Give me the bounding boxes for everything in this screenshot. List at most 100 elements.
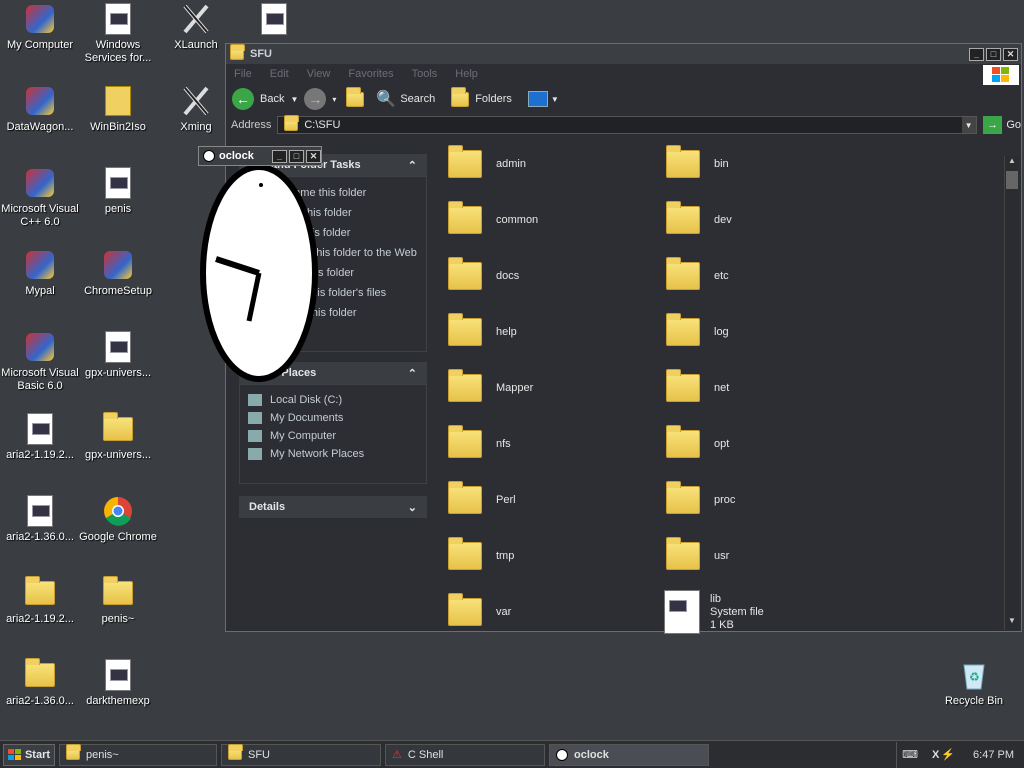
desktop-icon[interactable]: aria2-1.19.2... <box>0 576 80 626</box>
folder-item[interactable]: proc <box>662 472 880 528</box>
desktop-icon[interactable]: Microsoft Visual C++ 6.0 <box>0 166 80 229</box>
menu-edit[interactable]: Edit <box>270 68 289 80</box>
folder-icon <box>666 369 700 402</box>
folder-icon <box>230 43 245 60</box>
desktop-icon[interactable]: Mypal <box>0 248 80 298</box>
folders-button[interactable]: Folders <box>475 93 512 105</box>
views-dropdown-icon[interactable]: ▼ <box>551 95 559 104</box>
back-arrow-icon[interactable]: ← <box>232 88 254 110</box>
task-oclock[interactable]: oclock <box>549 743 709 766</box>
go-button[interactable]: Go <box>1006 119 1021 131</box>
up-folder-icon[interactable] <box>346 86 365 107</box>
folder-item[interactable]: log <box>662 304 880 360</box>
network-tray-icon[interactable]: ⚡ <box>941 748 955 761</box>
views-icon[interactable] <box>527 91 548 107</box>
folder-item[interactable]: opt <box>662 416 880 472</box>
desktop-icon[interactable]: darkthemexp <box>78 658 158 708</box>
maximize-button[interactable]: □ <box>986 47 1001 61</box>
desktop-icon[interactable]: My Computer <box>0 2 80 52</box>
folder-item[interactable]: usr <box>662 528 880 584</box>
forward-dropdown-icon[interactable]: ▾ <box>332 95 336 104</box>
desktop-icon[interactable]: penis~ <box>78 576 158 626</box>
folder-label: help <box>496 326 517 338</box>
desktop-icon[interactable] <box>234 2 314 39</box>
desktop-icon[interactable]: penis <box>78 166 158 216</box>
folder-label: log <box>714 326 729 338</box>
close-button[interactable]: ✕ <box>306 149 321 163</box>
file-item-lib[interactable]: lib System file 1 KB <box>662 584 880 640</box>
folder-item[interactable]: Perl <box>444 472 662 528</box>
desktop-icon[interactable]: Xming <box>156 84 236 134</box>
explorer-window[interactable]: SFU _ □ ✕ File Edit View Favorites Tools… <box>225 43 1022 634</box>
folder-item[interactable]: var <box>444 584 662 640</box>
folder-item[interactable]: nfs <box>444 416 662 472</box>
search-icon[interactable]: 🔍 <box>376 89 396 109</box>
back-button[interactable]: Back <box>260 93 284 105</box>
folder-item[interactable]: tmp <box>444 528 662 584</box>
oclock-window[interactable]: oclock _ □ ✕ <box>198 146 322 388</box>
desktop-icon[interactable]: ChromeSetup <box>78 248 158 298</box>
task-penis[interactable]: penis~ <box>59 743 217 766</box>
folder-item[interactable]: etc <box>662 248 880 304</box>
vertical-scrollbar[interactable]: ▲ ▼ <box>1004 156 1019 630</box>
desktop-icon[interactable]: DataWagon... <box>0 84 80 134</box>
address-dropdown-icon[interactable]: ▼ <box>961 117 976 133</box>
collapse-icon[interactable]: ⌃ <box>408 367 417 380</box>
task-cshell[interactable]: ⚠ C Shell <box>385 743 545 766</box>
place-link[interactable]: Local Disk (C:) <box>248 391 418 409</box>
place-link[interactable]: My Computer <box>248 427 418 445</box>
menu-help[interactable]: Help <box>455 68 478 80</box>
desktop-icon[interactable]: WinBin2Iso <box>78 84 158 134</box>
details-panel-header[interactable]: Details ⌄ <box>239 496 427 518</box>
scroll-thumb[interactable] <box>1006 171 1018 189</box>
folder-item[interactable]: docs <box>444 248 662 304</box>
desktop-icon[interactable]: Google Chrome <box>78 494 158 544</box>
desktop-icon[interactable]: aria2-1.36.0... <box>0 494 80 544</box>
doc-icon <box>257 2 291 36</box>
desktop-icon[interactable]: XLaunch <box>156 2 236 52</box>
oclock-title: oclock <box>219 150 254 162</box>
image-icon <box>101 658 135 692</box>
start-button[interactable]: Start <box>3 743 55 766</box>
minimize-button[interactable]: _ <box>969 47 984 61</box>
menu-tools[interactable]: Tools <box>412 68 438 80</box>
folder-item[interactable]: common <box>444 192 662 248</box>
collapse-icon[interactable]: ⌃ <box>408 159 417 172</box>
forward-arrow-icon[interactable]: → <box>304 88 327 110</box>
desktop-icon[interactable]: aria2-1.19.2... <box>0 412 80 462</box>
folder-item[interactable]: help <box>444 304 662 360</box>
place-link[interactable]: My Network Places <box>248 445 418 463</box>
back-dropdown-icon[interactable]: ▼ <box>290 95 298 104</box>
desktop-icon[interactable]: Microsoft Visual Basic 6.0 <box>0 330 80 393</box>
desktop-icon[interactable]: aria2-1.36.0... <box>0 658 80 708</box>
desktop-icon[interactable]: ♻ Recycle Bin <box>934 658 1014 708</box>
folder-item[interactable]: dev <box>662 192 880 248</box>
menu-favorites[interactable]: Favorites <box>348 68 393 80</box>
desktop-icon[interactable]: Windows Services for... <box>78 2 158 65</box>
menu-file[interactable]: File <box>234 68 252 80</box>
xming-tray-icon[interactable]: X <box>932 749 939 761</box>
folder-item[interactable]: Mapper <box>444 360 662 416</box>
task-sfu[interactable]: SFU <box>221 743 381 766</box>
go-arrow-icon[interactable]: → <box>982 116 1003 134</box>
folder-item[interactable]: admin <box>444 136 662 192</box>
address-field[interactable]: C:\SFU ▼ <box>277 114 977 134</box>
menu-view[interactable]: View <box>307 68 331 80</box>
minimize-button[interactable]: _ <box>272 149 287 163</box>
keyboard-icon[interactable]: ⌨ <box>902 748 918 761</box>
scroll-up-icon[interactable]: ▲ <box>1005 156 1019 170</box>
desktop-icon[interactable]: gpx-univers... <box>78 412 158 462</box>
folder-item[interactable]: bin <box>662 136 880 192</box>
folder-item[interactable]: net <box>662 360 880 416</box>
maximize-button[interactable]: □ <box>289 149 304 163</box>
scroll-down-icon[interactable]: ▼ <box>1005 616 1019 630</box>
oclock-titlebar[interactable]: oclock _ □ ✕ <box>198 146 322 166</box>
folder-label: common <box>496 214 539 226</box>
search-button[interactable]: Search <box>400 93 435 105</box>
place-link[interactable]: My Documents <box>248 409 418 427</box>
expand-icon[interactable]: ⌄ <box>408 501 417 514</box>
window-titlebar[interactable]: SFU _ □ ✕ <box>226 43 1021 64</box>
clock-time[interactable]: 6:47 PM <box>973 749 1014 761</box>
close-button[interactable]: ✕ <box>1003 47 1018 61</box>
desktop-icon[interactable]: gpx-univers... <box>78 330 158 380</box>
